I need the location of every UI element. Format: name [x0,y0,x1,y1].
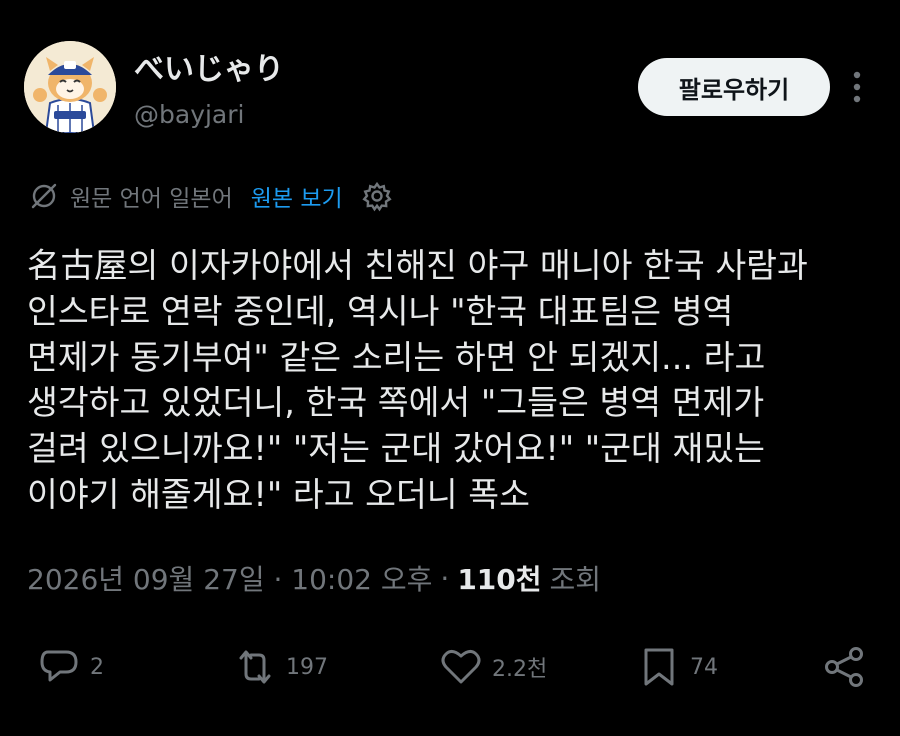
repost-count: 197 [286,654,328,680]
avatar[interactable] [24,41,116,133]
tweet-text-line: 이야기 해줄게요!" 라고 오더니 폭소 [27,474,530,514]
like-button[interactable]: 2.2천 [438,640,547,694]
tweet-text-line: 인스타로 연락 중인데, 역시나 "한국 대표팀은 병역 [27,291,734,331]
tweet-text-line: 名古屋의 이자카야에서 친해진 야구 매니아 한국 사람과 [27,246,808,285]
repost-button[interactable]: 197 [232,640,328,694]
share-button[interactable] [822,640,868,694]
bookmark-icon [644,648,674,686]
tweet-text: 名古屋의 이자카야에서 친해진 야구 매니아 한국 사람과 인스타로 연락 중인… [27,243,877,518]
tweet-meta: 2026년 09월 27일 · 10:02 오후 · 110천 조회 [27,556,601,600]
more-icon[interactable] [848,68,866,106]
views-count: 110천 [457,563,542,596]
action-bar: 2 197 2.2천 74 [0,640,900,694]
bookmark-button[interactable]: 74 [636,640,718,694]
reply-icon [40,650,78,682]
like-count: 2.2천 [492,657,548,682]
tweet-text-line: 생각하고 있었더니, 한국 쪽에서 "그들은 병역 면제가 [27,383,765,423]
views-label: 조회 [549,563,602,596]
user-handle[interactable]: @bayjari [134,100,244,129]
reply-count: 2 [90,654,104,680]
show-original-link[interactable]: 원본 보기 [251,179,343,213]
avatar-image [24,41,116,133]
tweet-timestamp[interactable]: 2026년 09월 27일 · 10:02 오후 [27,558,432,598]
follow-button[interactable]: 팔로우하기 [638,58,830,116]
translation-row: 원문 언어 일본어 원본 보기 [28,176,393,216]
meta-separator: · [440,561,450,595]
share-icon [825,647,863,687]
like-icon [441,649,481,684]
bookmark-count: 74 [690,654,718,680]
display-name[interactable]: べいじゃり [134,44,284,88]
source-language-text: 원문 언어 일본어 [70,186,233,212]
tweet-text-line: 면제가 동기부여" 같은 소리는 하면 안 되겠지... 라고 [27,337,766,377]
tweet-text-line: 걸려 있으니까요!" "저는 군대 갔어요!" "군대 재밌는 [27,429,765,469]
translate-icon [31,183,57,209]
reply-button[interactable]: 2 [36,640,104,694]
repost-icon [239,650,271,684]
settings-icon[interactable] [361,180,393,212]
